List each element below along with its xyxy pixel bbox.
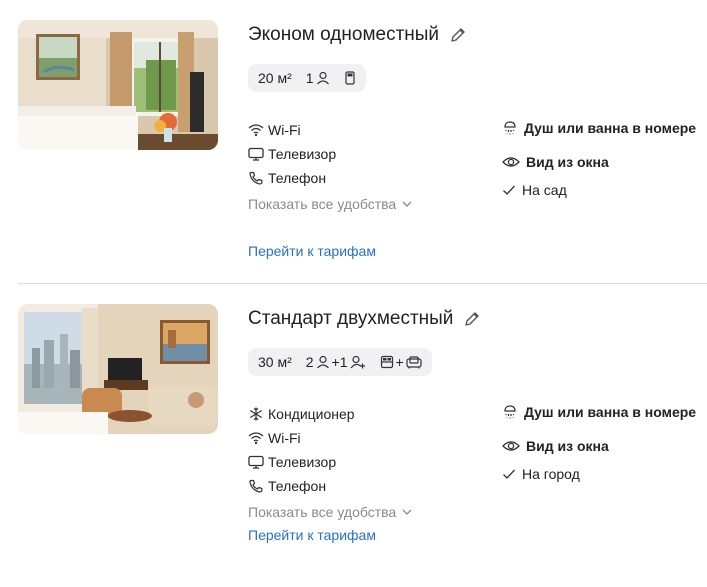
- guests-value: 1: [305, 70, 314, 86]
- room-card: Эконом одноместный 20 м² 1 Wi-Fi Телевиз…: [0, 0, 707, 284]
- bathroom-label: Душ или ванна в номере: [524, 120, 697, 136]
- phone-icon: [248, 170, 268, 186]
- tv-icon: [248, 146, 268, 162]
- room-card: Стандарт двухместный 30 м² 2 +1 + Кондиц…: [0, 284, 707, 568]
- eye-icon: [502, 441, 520, 451]
- room-photo[interactable]: [18, 20, 218, 150]
- area-chip: 20 м²: [258, 70, 292, 86]
- go-to-tariffs-link[interactable]: Перейти к тарифам: [248, 243, 376, 259]
- room-title: Стандарт двухместный: [248, 306, 481, 332]
- amenity-item: Телефон: [248, 474, 488, 498]
- plus-sign: +: [395, 354, 404, 370]
- area-value: 20 м²: [258, 70, 292, 86]
- amenity-label: Телевизор: [268, 146, 337, 162]
- chevron-down-icon: [402, 201, 412, 207]
- amenities-list: Кондиционер Wi-Fi Телевизор Телефон Пока…: [248, 402, 488, 524]
- view-value: На сад: [502, 180, 707, 200]
- snowflake-icon: [248, 406, 268, 422]
- check-icon: [503, 185, 515, 195]
- tv-icon: [248, 454, 268, 470]
- room-name: Эконом одноместный: [248, 24, 440, 45]
- amenity-label: Wi-Fi: [268, 122, 301, 138]
- amenity-item: Кондиционер: [248, 402, 488, 426]
- area-value: 30 м²: [258, 354, 292, 370]
- pencil-icon[interactable]: [463, 310, 481, 328]
- amenity-item: Телефон: [248, 166, 488, 190]
- extra-guests-value: +1: [331, 354, 348, 370]
- guests-chip: 1: [306, 70, 330, 86]
- amenity-label: Кондиционер: [268, 406, 355, 422]
- view-title: Вид из окна: [526, 438, 609, 454]
- guests-value: 2: [305, 354, 314, 370]
- bathroom-feature: Душ или ванна в номере: [502, 402, 707, 422]
- amenity-item: Телевизор: [248, 450, 488, 474]
- pencil-icon[interactable]: [449, 26, 467, 44]
- room-name: Стандарт двухместный: [248, 308, 454, 329]
- room-features: Душ или ванна в номере Вид из окна На са…: [502, 118, 707, 200]
- amenities-list: Wi-Fi Телевизор Телефон Показать все удо…: [248, 118, 488, 216]
- show-all-amenities[interactable]: Показать все удобства: [248, 500, 488, 524]
- wifi-icon: [248, 430, 268, 446]
- view-value: На город: [502, 464, 707, 484]
- eye-icon: [502, 157, 520, 167]
- room-features: Душ или ванна в номере Вид из окна На го…: [502, 402, 707, 484]
- room-params: 30 м² 2 +1 +: [248, 348, 432, 376]
- shower-icon: [504, 405, 516, 419]
- chevron-down-icon: [402, 509, 412, 515]
- amenity-item: Wi-Fi: [248, 118, 488, 142]
- amenity-item: Телевизор: [248, 142, 488, 166]
- view-feature: Вид из окна: [502, 152, 707, 172]
- area-chip: 30 м²: [258, 354, 292, 370]
- show-all-label: Показать все удобства: [248, 504, 397, 520]
- guests-chip: 2 +1: [306, 354, 366, 370]
- person-icon: [316, 355, 329, 369]
- amenity-label: Телефон: [268, 478, 327, 494]
- check-icon: [503, 469, 515, 479]
- room-title: Эконом одноместный: [248, 22, 467, 48]
- double-bed-icon: [380, 355, 393, 369]
- show-all-amenities[interactable]: Показать все удобства: [248, 192, 488, 216]
- single-bed-icon: [344, 71, 355, 85]
- amenity-label: Телевизор: [268, 454, 337, 470]
- person-icon: [316, 71, 329, 85]
- wifi-icon: [248, 122, 268, 138]
- sofa-bed-icon: [406, 356, 422, 369]
- bed-chip: [344, 71, 356, 85]
- show-all-label: Показать все удобства: [248, 196, 397, 212]
- view-value-label: На сад: [522, 182, 567, 198]
- amenity-label: Телефон: [268, 170, 327, 186]
- phone-icon: [248, 478, 268, 494]
- amenity-item: Wi-Fi: [248, 426, 488, 450]
- bathroom-label: Душ или ванна в номере: [524, 404, 697, 420]
- add-person-icon: [350, 355, 365, 369]
- room-params: 20 м² 1: [248, 64, 366, 92]
- amenity-label: Wi-Fi: [268, 430, 301, 446]
- room-photo[interactable]: [18, 304, 218, 434]
- bed-chip: +: [380, 354, 422, 370]
- view-value-label: На город: [522, 466, 580, 482]
- go-to-tariffs-link[interactable]: Перейти к тарифам: [248, 527, 376, 543]
- shower-icon: [504, 121, 516, 135]
- view-feature: Вид из окна: [502, 436, 707, 456]
- bathroom-feature: Душ или ванна в номере: [502, 118, 707, 138]
- view-title: Вид из окна: [526, 154, 609, 170]
